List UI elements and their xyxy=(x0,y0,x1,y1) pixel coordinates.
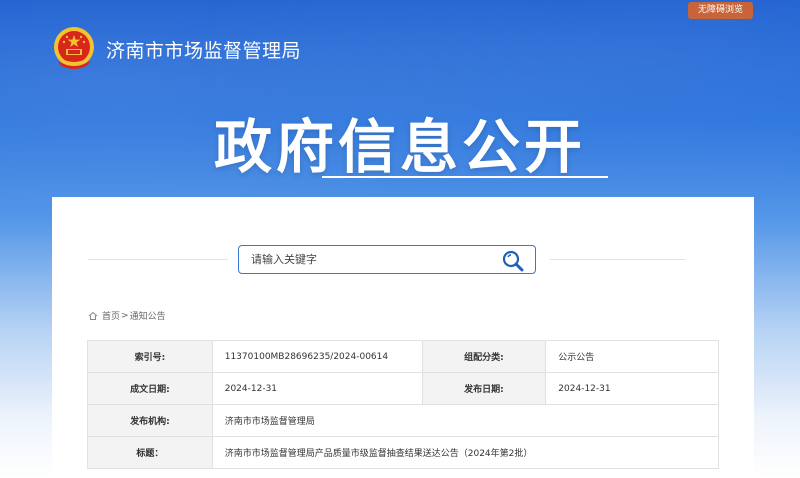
page-hero-title: 政府信息公开 xyxy=(213,113,586,181)
search-input[interactable] xyxy=(239,253,489,266)
table-row: 发布机构: 济南市市场监督管理局 xyxy=(87,404,720,437)
breadcrumb-current-link[interactable]: 通知公告 xyxy=(130,309,166,322)
search-divider-left xyxy=(88,259,228,260)
search-icon[interactable] xyxy=(501,249,525,273)
title-label: 标题： xyxy=(87,436,213,469)
issuer-label: 发布机构: xyxy=(87,404,213,437)
published-date-value: 2024-12-31 xyxy=(545,372,719,405)
search-divider-right xyxy=(550,259,686,260)
issuer-value: 济南市市场监督管理局 xyxy=(211,404,720,437)
org-name: 济南市市场监督管理局 xyxy=(106,39,302,62)
published-date-label: 发布日期: xyxy=(421,372,547,405)
title-value: 济南市市场监督管理局产品质量市级监督抽查结果送达公告（2024年第2批） xyxy=(211,436,720,469)
category-label: 组配分类: xyxy=(421,340,547,373)
table-row: 索引号: 11370100MB28696235/2024-00614 组配分类:… xyxy=(87,340,719,373)
written-date-value: 2024-12-31 xyxy=(211,372,423,405)
written-date-label: 成文日期: xyxy=(87,372,213,405)
index-number-label: 索引号: xyxy=(87,340,213,373)
content-card: 首页 > 通知公告 索引号: 11370100MB28696235/2024-0… xyxy=(52,197,754,478)
accessibility-button[interactable]: 无障碍浏览 xyxy=(688,2,753,19)
category-value: 公示公告 xyxy=(545,340,719,373)
national-emblem-icon xyxy=(50,25,98,73)
table-row: 成文日期: 2024-12-31 发布日期: 2024-12-31 xyxy=(87,372,719,405)
breadcrumb-separator: > xyxy=(121,310,129,321)
search-box xyxy=(238,245,536,274)
home-icon xyxy=(88,311,98,321)
document-info-table: 索引号: 11370100MB28696235/2024-00614 组配分类:… xyxy=(87,340,720,469)
hero-underline xyxy=(322,176,608,178)
index-number-value: 11370100MB28696235/2024-00614 xyxy=(211,340,423,373)
site-brand[interactable]: 济南市市场监督管理局 xyxy=(50,24,301,74)
breadcrumb: 首页 > 通知公告 xyxy=(88,309,166,322)
table-row: 标题： 济南市市场监督管理局产品质量市级监督抽查结果送达公告（2024年第2批） xyxy=(87,436,720,469)
breadcrumb-home-link[interactable]: 首页 xyxy=(102,309,120,322)
